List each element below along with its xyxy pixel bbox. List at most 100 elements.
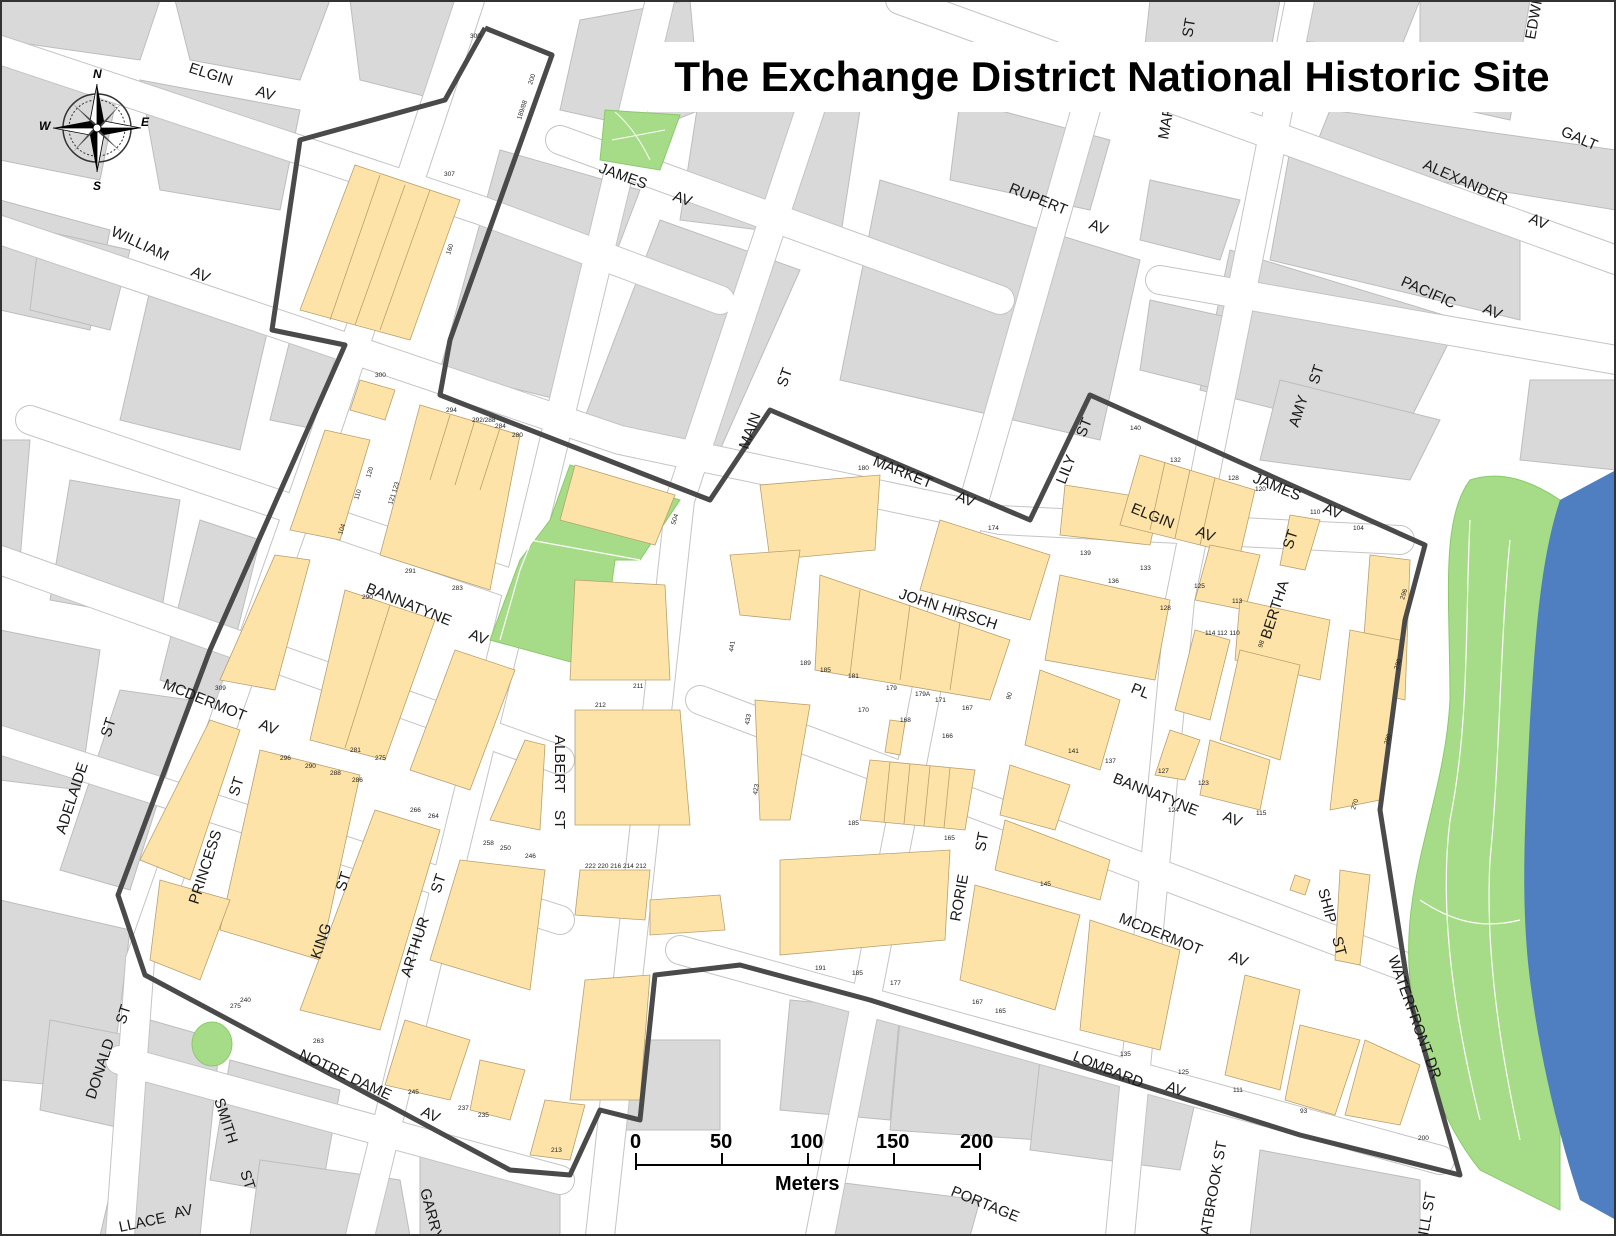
address-label: 300 (470, 33, 481, 40)
small-park (191, 1021, 233, 1067)
address-label: 266 (410, 807, 421, 814)
address-label: 120 (1255, 486, 1266, 493)
address-label: 185 (852, 970, 863, 977)
address-label: 125 (1194, 583, 1205, 590)
address-label: 237 (458, 1105, 469, 1112)
address-label: 250 (500, 845, 511, 852)
historic-building (859, 759, 976, 831)
address-label: 212 (595, 702, 606, 709)
address-label: 168 (900, 717, 911, 724)
address-label: 246 (525, 853, 536, 860)
scale-tick-label: 0 (630, 1131, 641, 1153)
address-label: 180 (858, 465, 869, 472)
address-label: 125 (1178, 1069, 1189, 1076)
address-label: 135 (1120, 1051, 1131, 1058)
address-label: 263 (313, 1038, 324, 1045)
address-label: 213 (551, 1147, 562, 1154)
address-label: 114 112 110 (1205, 630, 1240, 637)
address-label: 286 (352, 777, 363, 784)
address-label: 165 (995, 1008, 1006, 1015)
street-label: ALBERT (551, 735, 568, 793)
address-label: 140 (1130, 425, 1141, 432)
address-label: 291 (405, 568, 416, 575)
address-label: 179 (886, 685, 897, 692)
address-label: 179A (915, 691, 931, 698)
address-label: 111 (1233, 1087, 1243, 1094)
address-label: 141 (1068, 748, 1079, 755)
address-label: 307 (444, 171, 455, 178)
address-label: 128 (1160, 605, 1171, 612)
address-label: 115 (1256, 810, 1267, 817)
address-label: 177 (890, 980, 901, 987)
street-label: ST (972, 831, 992, 853)
address-label: 240 (240, 997, 251, 1004)
scale-tick-label: 200 (960, 1131, 993, 1153)
address-label: 294 (446, 407, 457, 414)
address-label: 104 (1353, 525, 1364, 532)
address-label: 191 (815, 965, 826, 972)
address-label: 189 (800, 660, 811, 667)
address-label: 185 (848, 820, 859, 827)
historic-building (729, 549, 801, 621)
address-label: 166 (942, 733, 953, 740)
address-label: 145 (1040, 881, 1051, 888)
compass-north-label: N (93, 67, 102, 81)
address-label: 211 (633, 683, 644, 690)
compass-east-label: E (141, 115, 150, 129)
compass-west-label: W (39, 119, 52, 133)
scale-tick-label: 150 (876, 1131, 909, 1153)
address-label: 133 (1140, 565, 1151, 572)
address-label: 283 (452, 585, 463, 592)
address-label: 93 (1300, 1108, 1308, 1115)
address-label: 171 (935, 697, 946, 704)
address-label: 264 (428, 813, 439, 820)
address-label: 165 (944, 835, 955, 842)
address-label: 275 (375, 755, 386, 762)
address-label: 167 (962, 705, 973, 712)
address-label: 181 (848, 673, 859, 680)
address-label: 300 (375, 372, 386, 379)
address-label: 167 (972, 999, 983, 1006)
address-label: 110 (1310, 509, 1321, 516)
historic-building (759, 474, 881, 561)
address-label: 139 (1080, 550, 1091, 557)
exchange-district-map: ELGIN AV WILLIAM AV JAMES AV RUPERT AV A… (0, 0, 1616, 1236)
address-label: 281 (350, 747, 361, 754)
address-label: 280 (512, 432, 523, 439)
address-label: 127 (1158, 768, 1169, 775)
map-title-box: The Exchange District National Historic … (648, 42, 1576, 112)
address-label: 309 (215, 685, 226, 692)
address-label: 290 (362, 594, 373, 601)
address-label: 174 (988, 525, 999, 532)
historic-building (779, 849, 951, 956)
address-label: 200 (1418, 1135, 1429, 1142)
address-label: 113 (1232, 598, 1243, 605)
address-label: 235 (478, 1112, 489, 1119)
address-label: 137 (1105, 758, 1116, 765)
address-label: 288 (330, 770, 341, 777)
address-label: 222 220 216 214 212 (585, 863, 647, 870)
address-label: 128 (1228, 475, 1239, 482)
address-label: 136 (1108, 578, 1119, 585)
address-label: 284 (495, 423, 506, 430)
address-label: 185 (820, 667, 831, 674)
historic-building (569, 579, 671, 681)
historic-building (574, 869, 651, 921)
address-label: 296 (280, 755, 291, 762)
scale-tick-label: 100 (790, 1131, 823, 1153)
address-label: 258 (483, 840, 494, 847)
address-label: 124 (1168, 807, 1179, 814)
scale-unit-label: Meters (775, 1173, 839, 1195)
address-label: 292/288 (472, 417, 496, 424)
address-label: 132 (1170, 457, 1181, 464)
historic-building (574, 709, 691, 826)
address-label: 290 (305, 763, 316, 770)
address-label: 275 (230, 1003, 241, 1010)
street-label: ST (1179, 17, 1199, 39)
street-label: ST (551, 810, 568, 829)
address-label: 170 (858, 707, 869, 714)
city-block (1519, 379, 1616, 471)
compass-south-label: S (93, 179, 101, 193)
map-title: The Exchange District National Historic … (674, 53, 1550, 100)
scale-tick-label: 50 (710, 1131, 732, 1153)
